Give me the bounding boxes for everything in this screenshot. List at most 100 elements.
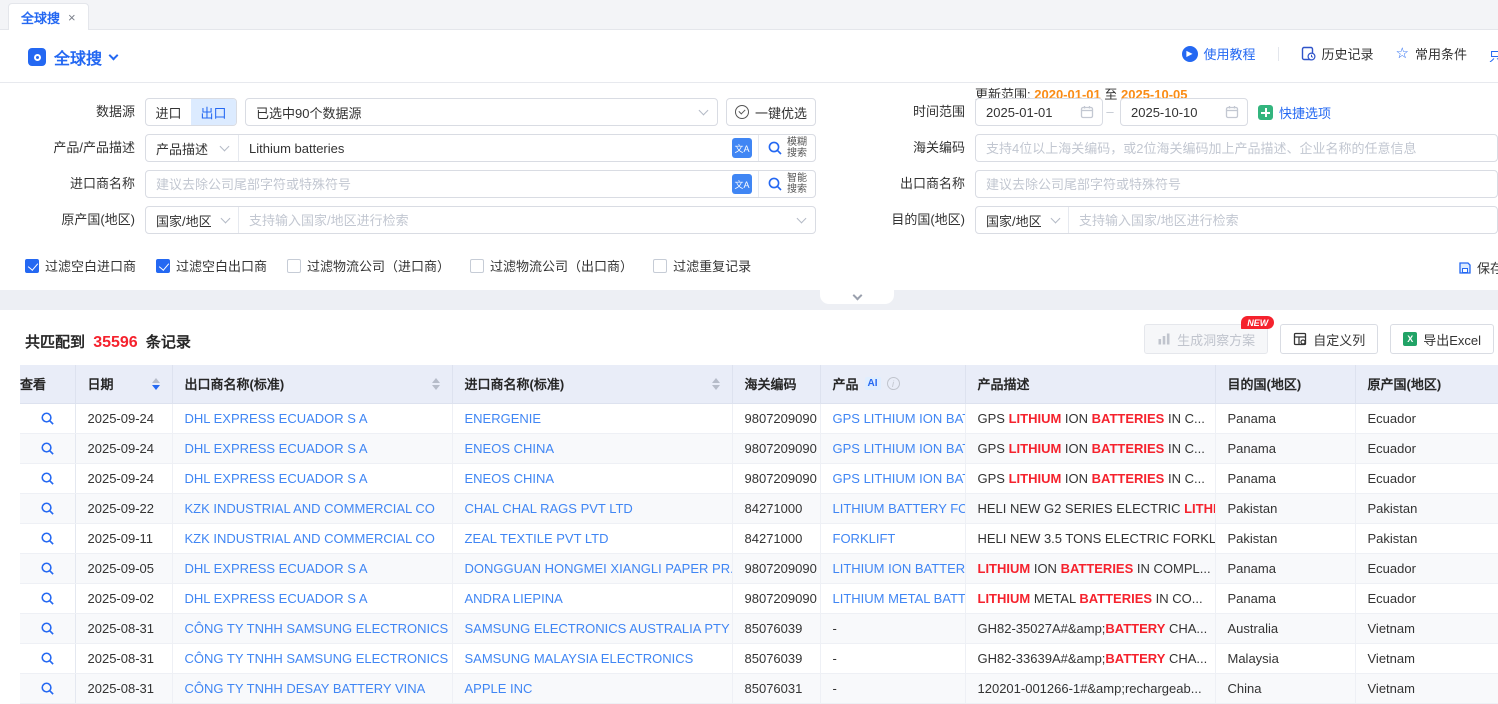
product-search-input[interactable] (239, 135, 726, 161)
filter-checkbox-2[interactable]: 过滤物流公司（进口商） (287, 256, 450, 275)
end-date-input[interactable] (1121, 99, 1225, 125)
view-detail-icon[interactable] (40, 411, 55, 426)
sort-asc-icon[interactable] (152, 378, 160, 383)
time-range-label: 时间范围 (830, 98, 965, 126)
column-header-2[interactable]: 出口商名称(标准) (172, 365, 452, 403)
destination-country-type-select[interactable]: 国家/地区 (976, 207, 1068, 233)
cell-importer-link[interactable]: ENERGENIE (465, 411, 542, 426)
quick-options-link[interactable]: 快捷选项 (1258, 98, 1331, 126)
destination-country-input[interactable] (1069, 207, 1497, 233)
sort-desc-icon[interactable] (152, 385, 160, 390)
product-type-select[interactable]: 产品描述 (146, 135, 238, 161)
checkbox-unchecked-icon[interactable] (287, 259, 301, 273)
filter-checkbox-0[interactable]: 过滤空白进口商 (25, 256, 136, 275)
checkbox-checked-icon[interactable] (25, 259, 39, 273)
origin-country-input[interactable] (239, 207, 798, 233)
checkbox-checked-icon[interactable] (156, 259, 170, 273)
exporter-input-box (975, 170, 1498, 198)
cell-product-link[interactable]: LITHIUM ION BATTERY (833, 561, 966, 576)
export-excel-button[interactable]: X 导出Excel (1390, 324, 1494, 354)
history-link[interactable]: 历史记录 (1301, 44, 1374, 63)
cell-exporter-link[interactable]: DHL EXPRESS ECUADOR S A (185, 441, 368, 456)
filter-checkbox-4[interactable]: 过滤重复记录 (653, 256, 751, 275)
cell-exporter-link[interactable]: KZK INDUSTRIAL AND COMMERCIAL CO (185, 501, 435, 516)
datasource-select[interactable]: 已选中90个数据源 (245, 98, 718, 126)
custom-columns-button[interactable]: 自定义列 (1280, 324, 1378, 354)
importer-name-input[interactable] (146, 171, 726, 197)
filter-checkbox-3[interactable]: 过滤物流公司（出口商） (470, 256, 633, 275)
cell-exporter-link[interactable]: CÔNG TY TNHH SAMSUNG ELECTRONICS ... (185, 621, 453, 636)
cell-importer-link[interactable]: ANDRA LIEPINA (465, 591, 563, 606)
checkbox-unchecked-icon[interactable] (653, 259, 667, 273)
cell-product-link[interactable]: LITHIUM BATTERY FO... (833, 501, 966, 516)
tab-global-search[interactable]: 全球搜 × (8, 3, 89, 31)
filter-checkbox-1[interactable]: 过滤空白出口商 (156, 256, 267, 275)
view-detail-icon[interactable] (40, 681, 55, 696)
cell-exporter-link[interactable]: CÔNG TY TNHH DESAY BATTERY VINA (185, 681, 426, 696)
smart-search-button[interactable]: 智能 搜索 (759, 173, 815, 195)
view-detail-icon[interactable] (40, 621, 55, 636)
sort-control[interactable] (432, 378, 440, 390)
table-row: 2025-08-31CÔNG TY TNHH SAMSUNG ELECTRONI… (20, 613, 1498, 643)
translate-icon[interactable]: 文A (732, 138, 752, 158)
cell-importer-link[interactable]: CHAL CHAL RAGS PVT LTD (465, 501, 633, 516)
view-detail-icon[interactable] (40, 561, 55, 576)
sort-control[interactable] (152, 378, 160, 390)
keyword-highlight: BATTERIES (1079, 591, 1152, 606)
cell-product-link[interactable]: GPS LITHIUM ION BAT... (833, 411, 966, 426)
cell-exporter-link[interactable]: KZK INDUSTRIAL AND COMMERCIAL CO (185, 531, 435, 546)
column-label: 日期 (88, 374, 114, 393)
tab-close-icon[interactable]: × (68, 10, 76, 25)
column-header-3[interactable]: 进口商名称(标准) (452, 365, 732, 403)
cell-exporter-link[interactable]: DHL EXPRESS ECUADOR S A (185, 471, 368, 486)
hs-code-input[interactable] (976, 135, 1497, 161)
cell-exporter-link[interactable]: DHL EXPRESS ECUADOR S A (185, 561, 368, 576)
export-toggle[interactable]: 出口 (191, 99, 236, 125)
cell-importer-link[interactable]: ENEOS CHINA (465, 441, 555, 456)
sort-asc-icon[interactable] (712, 378, 720, 383)
checkbox-unchecked-icon[interactable] (470, 259, 484, 273)
cell-exporter-link[interactable]: CÔNG TY TNHH SAMSUNG ELECTRONICS ... (185, 651, 453, 666)
origin-country-type-select[interactable]: 国家/地区 (146, 207, 238, 233)
start-date-input[interactable] (976, 99, 1080, 125)
cell-product-link[interactable]: FORKLIFT (833, 531, 896, 546)
save-conditions-button[interactable]: 保存 (1458, 258, 1498, 277)
clipped-icon[interactable]: 只 (1489, 46, 1498, 62)
cell-importer-link[interactable]: APPLE INC (465, 681, 533, 696)
sort-desc-icon[interactable] (432, 385, 440, 390)
exporter-label: 出口商名称 (830, 170, 965, 198)
cell-importer-link[interactable]: DONGGUAN HONGMEI XIANGLI PAPER PR... (465, 561, 733, 576)
view-detail-icon[interactable] (40, 591, 55, 606)
one-click-optimize-button[interactable]: 一键优选 (726, 98, 816, 126)
cell-importer-link[interactable]: SAMSUNG MALAYSIA ELECTRONICS (465, 651, 694, 666)
fuzzy-search-button[interactable]: 模糊 搜索 (759, 137, 815, 159)
cell-product-link[interactable]: GPS LITHIUM ION BAT... (833, 441, 966, 456)
exporter-name-input[interactable] (976, 171, 1497, 197)
collapse-panel-handle[interactable] (820, 289, 894, 304)
calendar-icon (1080, 105, 1094, 119)
tutorial-link[interactable]: ▶ 使用教程 (1182, 44, 1256, 63)
view-detail-icon[interactable] (40, 471, 55, 486)
module-switcher[interactable]: 全球搜 (28, 45, 117, 69)
cell-importer-link[interactable]: ZEAL TEXTILE PVT LTD (465, 531, 609, 546)
sort-desc-icon[interactable] (712, 385, 720, 390)
cell-exporter-link[interactable]: DHL EXPRESS ECUADOR S A (185, 591, 368, 606)
generate-insight-button[interactable]: 生成洞察方案 NEW (1144, 324, 1268, 354)
sort-asc-icon[interactable] (432, 378, 440, 383)
view-detail-icon[interactable] (40, 531, 55, 546)
favorites-link[interactable]: ☆ 常用条件 (1396, 44, 1467, 63)
cell-importer-link[interactable]: ENEOS CHINA (465, 471, 555, 486)
view-detail-icon[interactable] (40, 441, 55, 456)
view-detail-icon[interactable] (40, 651, 55, 666)
chevron-down-icon (220, 142, 230, 152)
info-icon[interactable]: i (887, 377, 900, 390)
translate-icon[interactable]: 文A (732, 174, 752, 194)
cell-product-link[interactable]: LITHIUM METAL BATT... (833, 591, 966, 606)
column-header-1[interactable]: 日期 (75, 365, 172, 403)
sort-control[interactable] (712, 378, 720, 390)
view-detail-icon[interactable] (40, 501, 55, 516)
cell-product-link[interactable]: GPS LITHIUM ION BAT... (833, 471, 966, 486)
cell-exporter-link[interactable]: DHL EXPRESS ECUADOR S A (185, 411, 368, 426)
import-toggle[interactable]: 进口 (146, 99, 191, 125)
cell-importer-link[interactable]: SAMSUNG ELECTRONICS AUSTRALIA PTY (465, 621, 730, 636)
